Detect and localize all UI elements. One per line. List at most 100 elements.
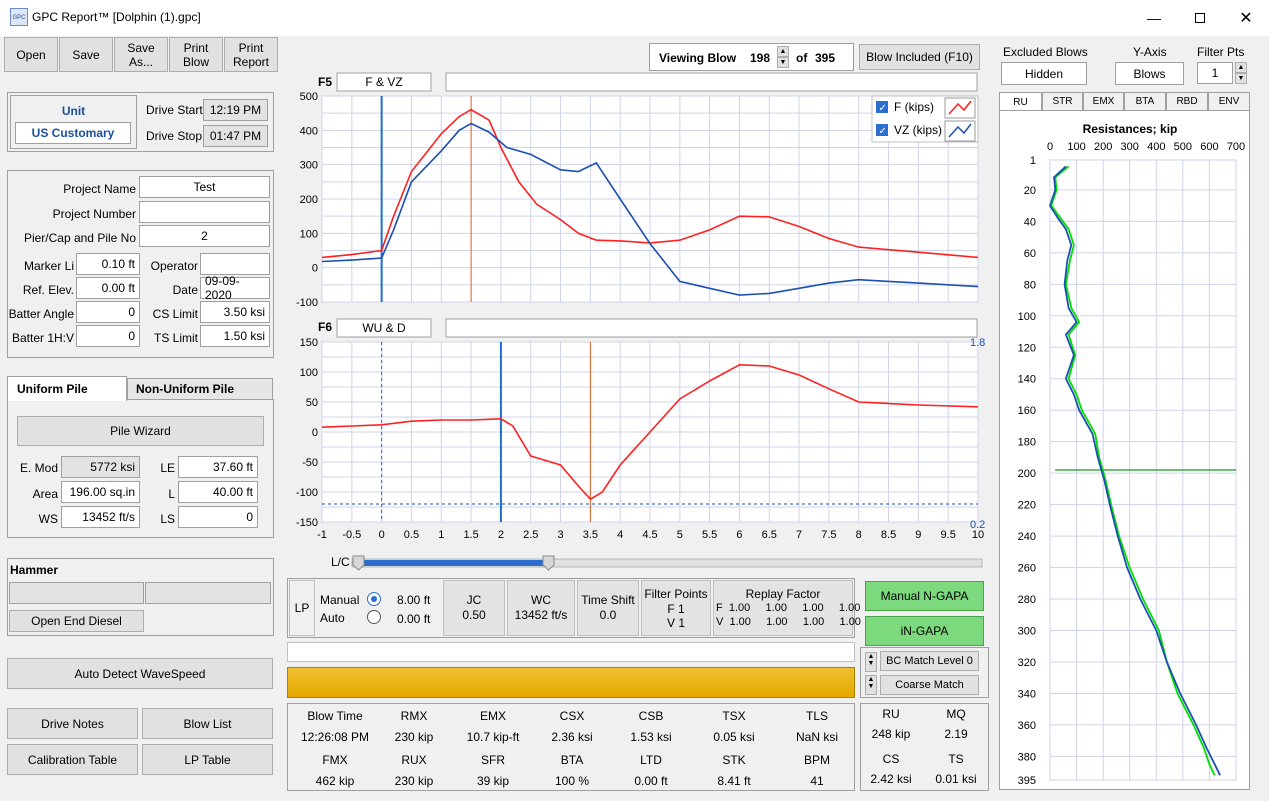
result-label: CSX <box>559 709 585 723</box>
x-tick-label: 3.5 <box>583 529 598 541</box>
y-tick-label: 395 <box>1018 775 1036 787</box>
check-icon: ✓ <box>879 103 887 114</box>
f6-info-bar <box>445 318 978 338</box>
mq-label: MQ <box>946 707 966 721</box>
wc-label: WC <box>531 593 551 607</box>
status-bar <box>287 642 855 662</box>
result-label: SFR <box>481 753 505 767</box>
y-tick-label: 320 <box>1018 657 1036 669</box>
right-top-label: 1.8 <box>970 337 985 349</box>
x-tick-label: 6 <box>736 529 742 541</box>
y-tick-label: 300 <box>300 160 318 172</box>
filter-points-label: Filter Points <box>644 587 708 601</box>
x-tick-label: 2 <box>498 529 504 541</box>
ts-value: 0.01 ksi <box>935 772 977 786</box>
ts-label: TS <box>948 752 964 766</box>
cs-value: 2.42 ksi <box>870 772 912 786</box>
y-tick-label: 50 <box>306 397 318 409</box>
lc-slider-right-handle[interactable] <box>542 555 555 571</box>
lp-auto-label: Auto <box>320 611 345 625</box>
x-tick-label: 4 <box>617 529 623 541</box>
x-tick-label: 200 <box>1094 141 1112 153</box>
mq-value: 2.19 <box>944 727 968 741</box>
y-tick-label: 400 <box>300 125 318 137</box>
y-tick-label: -50 <box>302 457 318 469</box>
y-tick-label: 1 <box>1030 155 1036 167</box>
y-tick-label: 150 <box>300 337 318 349</box>
y-tick-label: 20 <box>1024 185 1036 197</box>
f6-title: WU & D <box>362 321 406 335</box>
y-tick-label: 240 <box>1018 531 1036 543</box>
result-label: EMX <box>479 709 506 723</box>
result-value: 1.53 ksi <box>630 730 672 744</box>
lc-slider-range <box>359 560 549 566</box>
f6-label: F6 <box>318 320 332 334</box>
result-label: STK <box>722 753 746 767</box>
y-tick-label: 180 <box>1018 437 1036 449</box>
x-tick-label: 0 <box>379 529 385 541</box>
x-tick-label: 4.5 <box>642 529 657 541</box>
result-label: Blow Time <box>307 709 363 723</box>
x-tick-label: 9 <box>915 529 921 541</box>
lp-manual-value: 8.00 ft <box>397 593 431 607</box>
result-value: 462 kip <box>315 774 355 788</box>
jc-label: JC <box>466 593 482 607</box>
check-icon: ✓ <box>879 126 887 137</box>
in-gapa-button[interactable]: iN-GAPA <box>865 616 984 646</box>
lp-manual-label: Manual <box>320 593 360 607</box>
result-value: 39 kip <box>476 774 510 788</box>
result-value: 41 <box>810 774 824 788</box>
result-value: NaN ksi <box>795 730 838 744</box>
y-tick-label: -150 <box>296 517 318 529</box>
res-title: Resistances; kip <box>1083 122 1178 136</box>
bc-spin-icon[interactable]: ▲ ▼ <box>865 652 877 672</box>
y-tick-label: 120 <box>1018 342 1036 354</box>
x-tick-label: 0 <box>1047 141 1053 153</box>
result-value: 230 kip <box>394 774 434 788</box>
x-tick-label: 500 <box>1174 141 1192 153</box>
lc-label: L/C <box>331 555 350 569</box>
resistance-chart: 0 100 200 300 400 500 600 700120406080100120140… <box>1018 141 1246 787</box>
ru-value: 248 kip <box>871 727 911 741</box>
time-shift-label: Time Shift <box>581 593 635 607</box>
ru-label: RU <box>882 707 900 721</box>
lp-label: LP <box>289 580 315 636</box>
y-tick-label: 40 <box>1024 216 1036 228</box>
x-tick-label: 5.5 <box>702 529 717 541</box>
lp-manual-radio[interactable] <box>367 592 381 606</box>
x-tick-label: 700 <box>1227 141 1245 153</box>
result-label: BPM <box>803 753 830 767</box>
lp-auto-radio[interactable] <box>367 610 381 624</box>
x-tick-label: 7 <box>796 529 802 541</box>
y-tick-label: 200 <box>300 194 318 206</box>
result-label: RUX <box>401 753 427 767</box>
result-value: 0.05 ksi <box>713 730 755 744</box>
x-tick-label: 2.5 <box>523 529 538 541</box>
y-tick-label: 260 <box>1018 563 1036 575</box>
result-value: 230 kip <box>394 730 434 744</box>
y-tick-label: 220 <box>1018 500 1036 512</box>
y-tick-label: 500 <box>300 91 318 103</box>
x-tick-label: 6.5 <box>762 529 777 541</box>
x-tick-label: 8 <box>856 529 862 541</box>
manual-n-gapa-button[interactable]: Manual N-GAPA <box>865 581 984 611</box>
replay-factor-v: V 1.00 1.00 1.00 1.00 <box>716 616 861 628</box>
y-tick-label: 280 <box>1018 594 1036 606</box>
cs-label: CS <box>882 752 900 766</box>
x-tick-label: 8.5 <box>881 529 896 541</box>
x-tick-label: 1.5 <box>463 529 478 541</box>
result-value: 0.00 ft <box>634 774 668 788</box>
jc-value: 0.50 <box>462 608 486 622</box>
legend-f-label: F (kips) <box>894 100 934 114</box>
filter-points-f: F 1 <box>667 602 685 616</box>
coarse-spin-icon[interactable]: ▲ ▼ <box>865 675 877 695</box>
replay-factor-f: F 1.00 1.00 1.00 1.00 <box>716 602 861 614</box>
f6-chart: -150 -100 -50 0 50 100 150 -1 -0.5 0 0.5 1 1.5 2 2.5 3 3… <box>296 337 985 541</box>
x-tick-label: 3 <box>557 529 563 541</box>
x-tick-label: 7.5 <box>821 529 836 541</box>
lc-slider-left-handle[interactable] <box>352 555 365 571</box>
y-tick-label: 300 <box>1018 626 1036 638</box>
bc-match-level-button[interactable]: BC Match Level 0 <box>880 651 979 671</box>
y-tick-label: 140 <box>1018 374 1036 386</box>
coarse-match-button[interactable]: Coarse Match <box>880 675 979 695</box>
